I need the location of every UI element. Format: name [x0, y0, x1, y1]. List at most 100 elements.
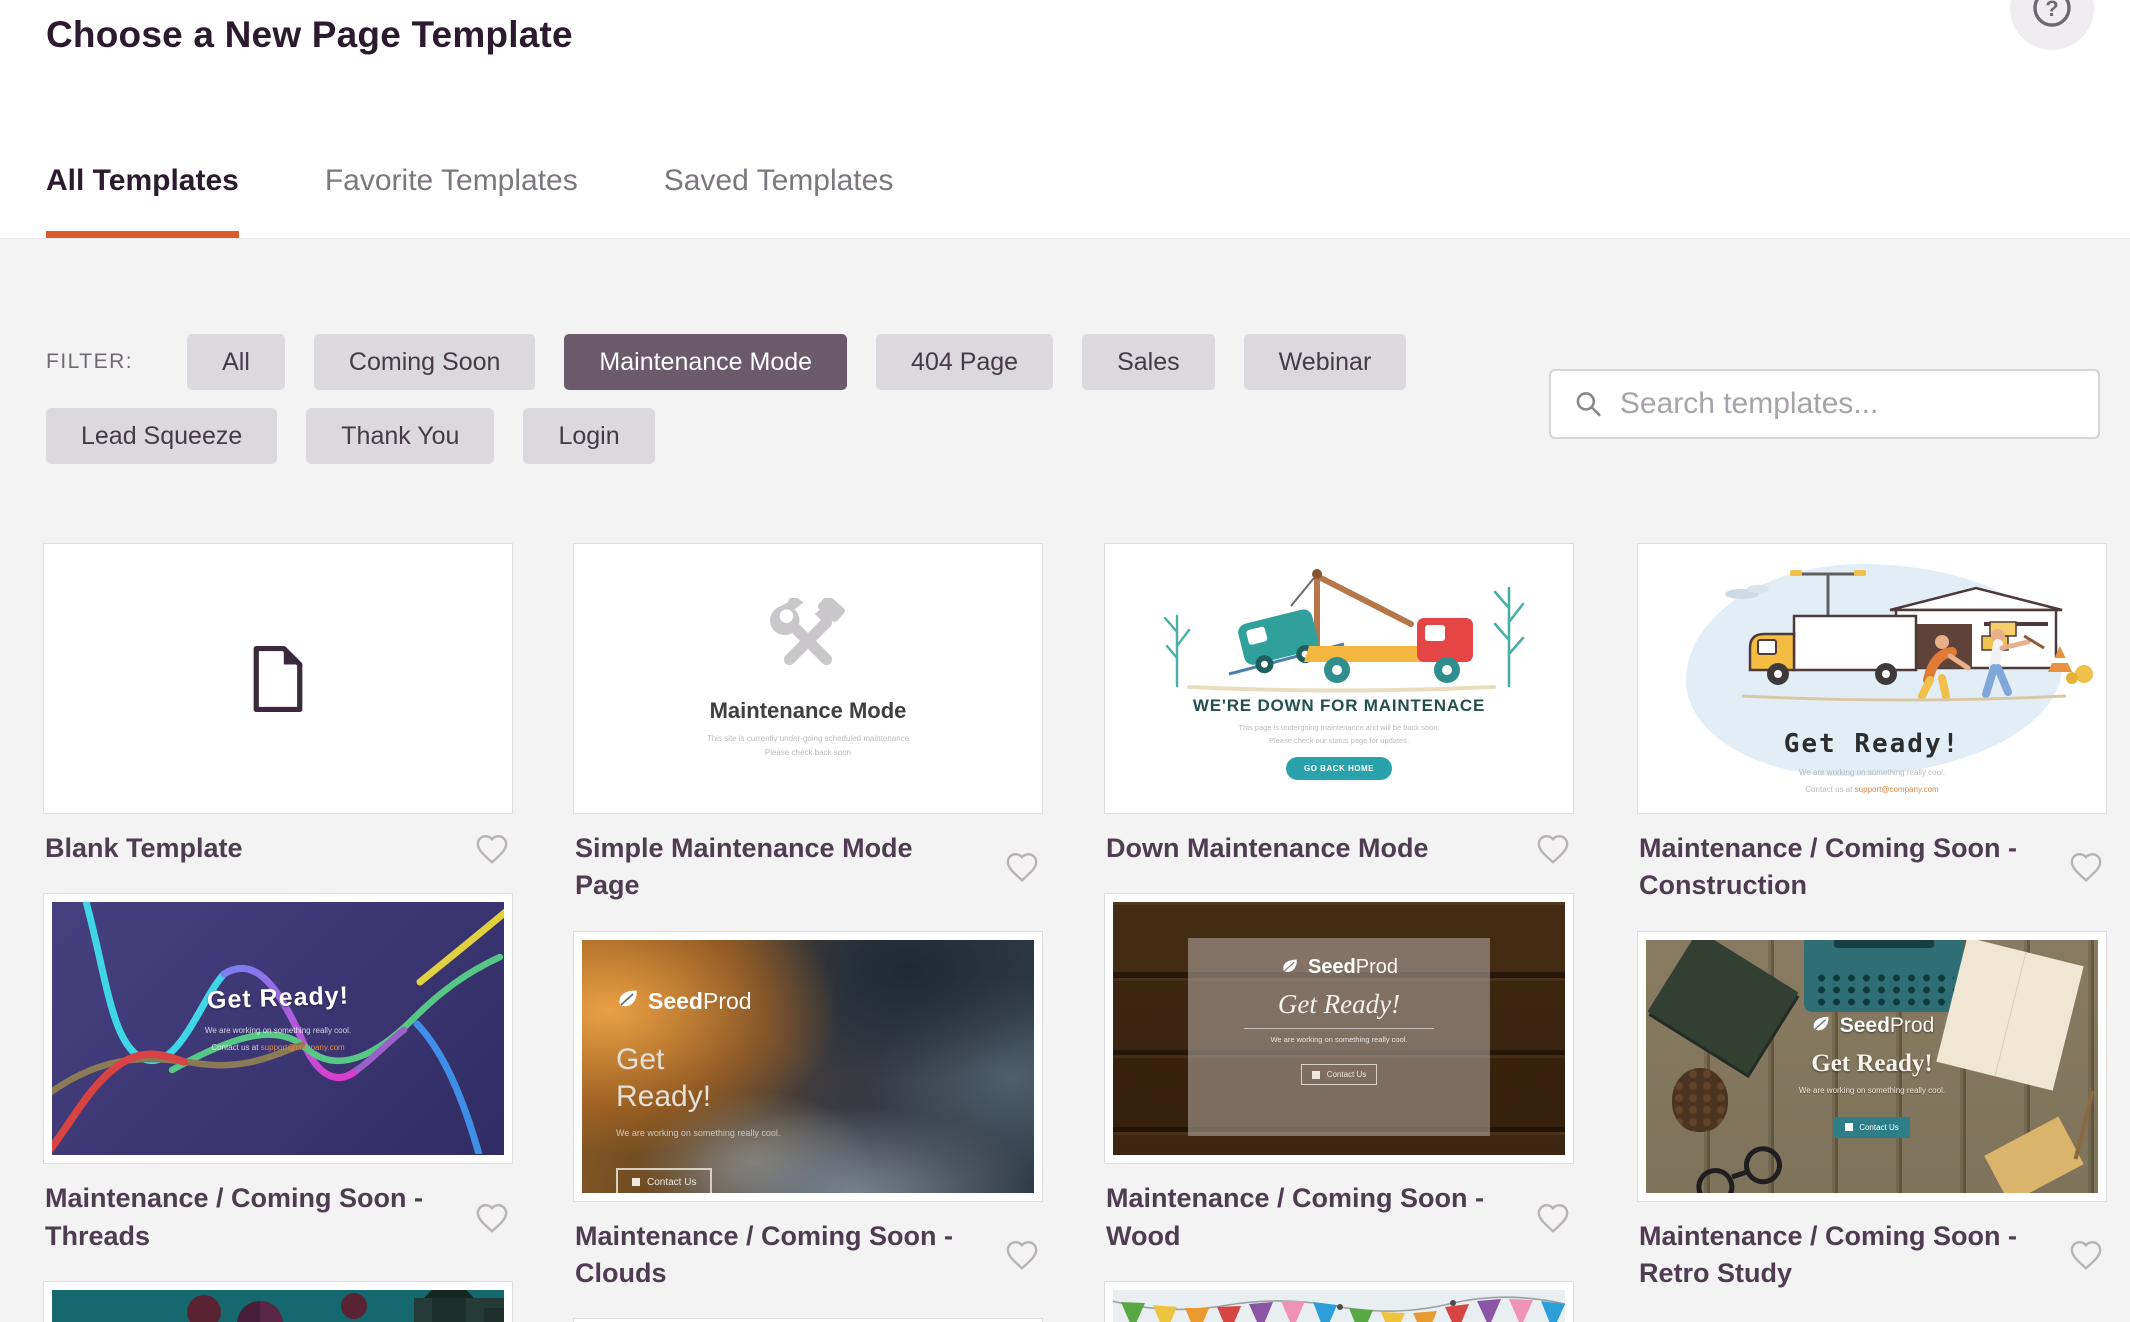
template-title: Blank Template: [45, 830, 243, 867]
heart-icon[interactable]: [2067, 850, 2105, 884]
grid-column-3: WE'RE DOWN FOR MAINTENACE This page is u…: [1104, 543, 1574, 1322]
template-thumbnail-construction[interactable]: Get Ready! We are working on something r…: [1637, 543, 2107, 814]
balloons-illustration: [52, 1290, 504, 1322]
template-card-threads: Get Ready! We are working on something r…: [43, 893, 513, 1255]
pennant-banner-illustration: [1113, 1290, 1565, 1322]
template-card-balloons: [43, 1281, 513, 1322]
heart-icon[interactable]: [2067, 1238, 2105, 1272]
heart-icon[interactable]: [473, 1201, 511, 1235]
template-thumbnail-down-maintenance[interactable]: WE'RE DOWN FOR MAINTENACE This page is u…: [1104, 543, 1574, 814]
seedprod-leaf-icon: [616, 989, 640, 1013]
divider: [1244, 1028, 1434, 1029]
heart-icon[interactable]: [473, 832, 511, 866]
filter-chip-maintenance-mode[interactable]: Maintenance Mode: [564, 334, 847, 390]
template-thumbnail-blank[interactable]: [43, 543, 513, 814]
content-area: FILTER: All Coming Soon Maintenance Mode…: [0, 238, 2130, 1322]
heart-icon[interactable]: [1003, 850, 1041, 884]
filter-chip-thank-you[interactable]: Thank You: [306, 408, 494, 464]
contact-us-button[interactable]: Contact Us: [1301, 1064, 1378, 1085]
search-icon: [1573, 387, 1604, 421]
down-preview-heading: WE'RE DOWN FOR MAINTENACE: [1193, 696, 1485, 716]
retro-preview-text: SeedProd Get Ready! We are working on so…: [1646, 1014, 2098, 1138]
heart-icon[interactable]: [1534, 832, 1572, 866]
hot-air-balloon: [237, 1301, 283, 1322]
filter-chip-all[interactable]: All: [187, 334, 285, 390]
template-thumbnail-wood[interactable]: SeedProd Get Ready! We are working on so…: [1104, 893, 1574, 1164]
seedprod-logo: SeedProd: [1280, 956, 1398, 979]
threads-preview-text: Get Ready! We are working on something r…: [52, 984, 504, 1057]
tab-favorite-templates[interactable]: Favorite Templates: [325, 164, 578, 238]
template-card-blank: Blank Template: [43, 543, 513, 867]
svg-text:?: ?: [2045, 0, 2058, 21]
template-thumbnail-clouds[interactable]: SeedProd Get Ready! We are working on so…: [573, 931, 1043, 1202]
template-thumbnail-simple-maintenance[interactable]: Maintenance Mode This site is currently …: [573, 543, 1043, 814]
template-title: Maintenance / Coming Soon - Construction: [1639, 830, 2044, 905]
hot-air-balloon: [187, 1295, 221, 1322]
building-silhouette: [414, 1290, 504, 1322]
heart-icon[interactable]: [1534, 1201, 1572, 1235]
filter-chip-sales[interactable]: Sales: [1082, 334, 1215, 390]
tab-saved-templates[interactable]: Saved Templates: [664, 164, 894, 238]
filter-chip-404-page[interactable]: 404 Page: [876, 334, 1053, 390]
search-box: [1549, 369, 2100, 439]
towed-van: [1236, 608, 1323, 678]
tabs: All Templates Favorite Templates Saved T…: [46, 164, 893, 238]
tab-all-templates[interactable]: All Templates: [46, 164, 239, 238]
template-card-simple-maintenance: Maintenance Mode This site is currently …: [573, 543, 1043, 905]
header: Choose a New Page Template ? All Templat…: [0, 0, 2130, 238]
tools-icon: [762, 598, 854, 684]
typewriter-prop: [1804, 940, 1964, 1012]
filter-label: FILTER:: [46, 350, 133, 374]
template-title: Down Maintenance Mode: [1106, 830, 1429, 867]
grid-column-1: Blank Template: [43, 543, 513, 1322]
go-back-home-button[interactable]: GO BACK HOME: [1286, 757, 1392, 780]
seedprod-leaf-icon: [1810, 1015, 1832, 1037]
box-truck: [1750, 616, 1916, 685]
grid-column-2: Maintenance Mode This site is currently …: [573, 543, 1043, 1322]
template-card-lights: [573, 1318, 1043, 1322]
template-title: Maintenance / Coming Soon - Clouds: [575, 1218, 980, 1293]
contact-us-button[interactable]: Contact Us: [616, 1168, 712, 1193]
hot-air-balloon: [341, 1293, 367, 1322]
template-thumbnail-pennants[interactable]: [1104, 1281, 1574, 1322]
seedprod-logo: SeedProd: [616, 988, 780, 1015]
template-thumbnail-lights[interactable]: [573, 1318, 1043, 1322]
template-thumbnail-retro-study[interactable]: SeedProd Get Ready! We are working on so…: [1637, 931, 2107, 1202]
template-card-clouds: SeedProd Get Ready! We are working on so…: [573, 931, 1043, 1293]
help-button[interactable]: ?: [2010, 0, 2094, 50]
template-card-retro-study: SeedProd Get Ready! We are working on so…: [1637, 931, 2107, 1293]
template-title: Simple Maintenance Mode Page: [575, 830, 980, 905]
clouds-preview-text: SeedProd Get Ready! We are working on so…: [616, 988, 780, 1193]
search-input[interactable]: [1620, 387, 2076, 421]
template-title: Maintenance / Coming Soon - Retro Study: [1639, 1218, 2044, 1293]
grid-column-4: Get Ready! We are working on something r…: [1637, 543, 2107, 1318]
seedprod-leaf-icon: [1280, 958, 1300, 978]
filter-chip-coming-soon[interactable]: Coming Soon: [314, 334, 535, 390]
heart-icon[interactable]: [1003, 1238, 1041, 1272]
template-thumbnail-balloons[interactable]: [43, 1281, 513, 1322]
tree: [1495, 588, 1523, 686]
mail-icon: [632, 1178, 640, 1186]
template-chooser-page: Choose a New Page Template ? All Templat…: [0, 0, 2130, 1322]
tow-truck-illustration: [1129, 558, 1549, 700]
template-thumbnail-threads[interactable]: Get Ready! We are working on something r…: [43, 893, 513, 1164]
question-mark-icon: ?: [2030, 0, 2074, 30]
tree: [1165, 616, 1189, 686]
template-card-construction: Get Ready! We are working on something r…: [1637, 543, 2107, 905]
construction-illustration: [1646, 552, 2098, 722]
template-title: Maintenance / Coming Soon - Wood: [1106, 1180, 1511, 1255]
contact-us-button[interactable]: Contact Us: [1834, 1117, 1910, 1138]
filter-chip-lead-squeeze[interactable]: Lead Squeeze: [46, 408, 277, 464]
seedprod-logo: SeedProd: [1810, 1014, 1935, 1038]
filter-bar: FILTER: All Coming Soon Maintenance Mode…: [46, 334, 1446, 464]
template-card-down-maintenance: WE'RE DOWN FOR MAINTENACE This page is u…: [1104, 543, 1574, 867]
template-card-wood: SeedProd Get Ready! We are working on so…: [1104, 893, 1574, 1255]
blank-document-icon: [249, 644, 307, 714]
filter-chip-webinar[interactable]: Webinar: [1244, 334, 1407, 390]
template-card-pennants: [1104, 1281, 1574, 1322]
template-title: Maintenance / Coming Soon - Threads: [45, 1180, 450, 1255]
page-title: Choose a New Page Template: [46, 14, 573, 56]
construction-preview-heading: Get Ready!: [1784, 729, 1961, 759]
simple-preview-heading: Maintenance Mode: [710, 698, 907, 724]
filter-chip-login[interactable]: Login: [523, 408, 654, 464]
